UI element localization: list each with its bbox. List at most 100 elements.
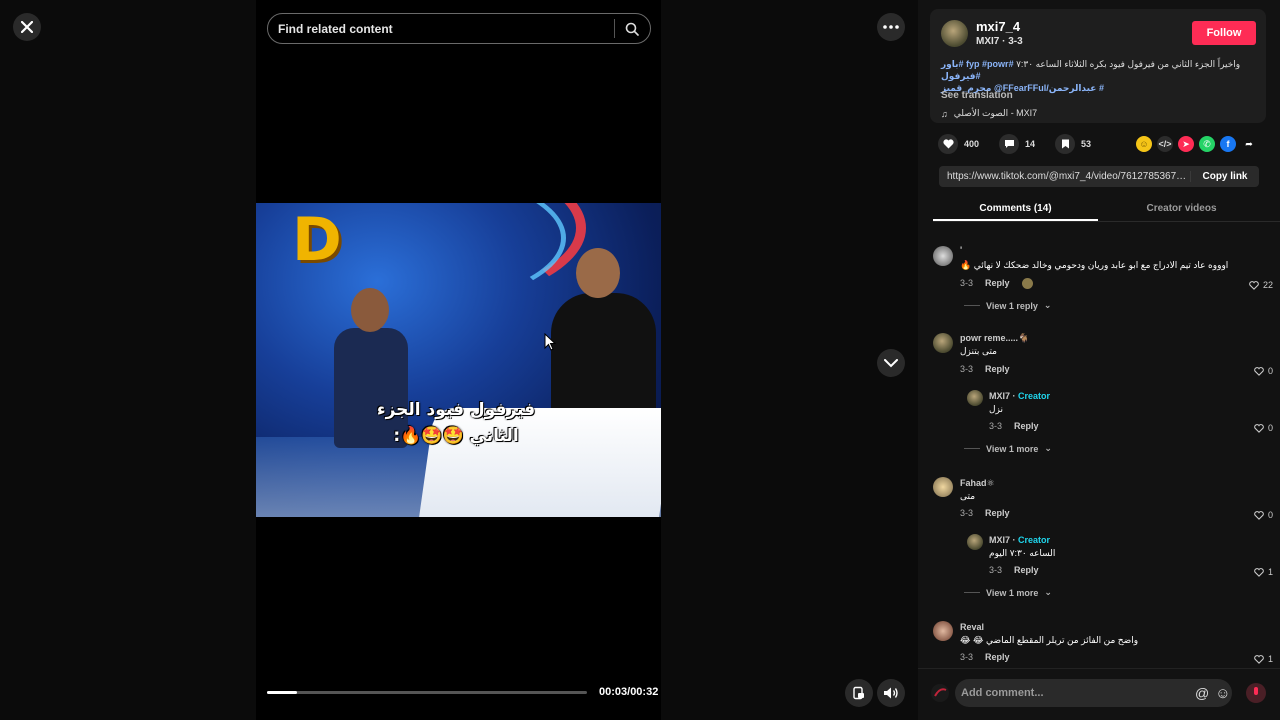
comment-date: 3-3: [960, 278, 974, 288]
caption-line-1: فيرفول فيود الجزء: [376, 400, 536, 420]
creator-name: MXI7: [989, 535, 1011, 545]
more-share-button[interactable]: ➦: [1241, 136, 1257, 152]
reply-button[interactable]: Reply: [1014, 565, 1039, 575]
share-arrow-icon: ➦: [1245, 138, 1253, 149]
embed-button[interactable]: </>: [1157, 136, 1173, 152]
next-video-button[interactable]: [877, 349, 905, 377]
commenter-name[interactable]: Reval: [960, 622, 984, 632]
view-replies-label: View 1 reply: [986, 300, 1038, 311]
panel-tabs: Comments (14) Creator videos: [933, 198, 1280, 222]
comment-input[interactable]: [961, 687, 1191, 699]
video-time: 00:03/00:32: [599, 686, 659, 698]
author-username[interactable]: mxi7_4: [976, 19, 1020, 34]
video-caption: فيرفول فيود الجزء الثاني 🤩🤩🔥:: [356, 397, 556, 449]
facebook-share-button[interactable]: f: [1220, 136, 1236, 152]
hashtags-line-1[interactable]: #fyp #powr #باور #فيرفول: [941, 59, 1014, 81]
reply-button[interactable]: Reply: [985, 364, 1010, 374]
facebook-icon: f: [1226, 139, 1230, 149]
heart-outline-icon: [1254, 654, 1264, 664]
copy-link-button[interactable]: Copy link: [1191, 171, 1259, 182]
reply-button[interactable]: Reply: [985, 508, 1010, 518]
commenter-avatar[interactable]: [933, 333, 953, 353]
comment-like-button[interactable]: 22: [1249, 280, 1273, 290]
reply-button[interactable]: Reply: [985, 278, 1010, 289]
search-input[interactable]: [268, 21, 608, 36]
commenter-name[interactable]: Fahad⚛: [960, 478, 995, 489]
comment-like-button[interactable]: 0: [1254, 423, 1273, 433]
reply-button[interactable]: Reply: [985, 652, 1010, 662]
send-button[interactable]: [1246, 683, 1266, 703]
sticker-share-button[interactable]: ☺: [1136, 136, 1152, 152]
comment-like-button[interactable]: 0: [1254, 366, 1273, 376]
send-to-friends-button[interactable]: ➤: [1178, 136, 1194, 152]
engagement-stats: 400 14 53: [938, 134, 1105, 154]
volume-button[interactable]: [877, 679, 905, 707]
self-avatar: [930, 683, 950, 703]
comment-like-count: 0: [1267, 423, 1273, 433]
creator-avatar[interactable]: [967, 534, 983, 550]
close-button[interactable]: [13, 13, 41, 41]
comment-text: متى: [960, 491, 976, 501]
like-button[interactable]: [938, 134, 958, 154]
view-more-replies-button[interactable]: View 1 more ⌄: [964, 443, 1052, 454]
video-progress-bar[interactable]: [267, 691, 587, 694]
comment-like-button[interactable]: 1: [1254, 567, 1273, 577]
comment-like-count: 1: [1267, 654, 1273, 664]
creator-badge: Creator: [1018, 391, 1051, 401]
view-more-replies-button[interactable]: View 1 more ⌄: [964, 587, 1052, 598]
search-icon: [625, 22, 639, 36]
commenter-name[interactable]: ': [960, 245, 962, 255]
view-replies-button[interactable]: View 1 reply ⌄: [964, 300, 1051, 311]
follow-button[interactable]: Follow: [1192, 21, 1256, 45]
commenter-avatar[interactable]: [933, 621, 953, 641]
volume-icon: [884, 687, 898, 699]
paper-plane-icon: ➤: [1182, 138, 1190, 149]
comment-like-button[interactable]: 0: [1254, 510, 1273, 520]
whatsapp-share-button[interactable]: ✆: [1199, 136, 1215, 152]
tab-creator-videos[interactable]: Creator videos: [1099, 203, 1264, 214]
comment-meta: 3-3 Reply: [960, 364, 1010, 374]
commenter-name[interactable]: powr reme.....🐐: [960, 333, 1029, 344]
comment-button[interactable]: [999, 134, 1020, 154]
caption-line-2: الثاني 🤩🤩🔥:: [393, 426, 519, 446]
comment-like-count: 1: [1267, 567, 1273, 577]
video-progress-fill: [267, 691, 298, 694]
chevron-down-small-icon: ⌄: [1044, 443, 1052, 453]
commenter-avatar[interactable]: [933, 246, 953, 266]
author-avatar[interactable]: [941, 20, 968, 47]
more-options-button[interactable]: [877, 13, 905, 41]
save-button[interactable]: [1055, 134, 1076, 154]
mention-icon[interactable]: @: [1195, 685, 1209, 701]
ellipsis-icon: [883, 25, 899, 29]
music-title: الصوت الأصلي - MXI7: [953, 108, 1038, 118]
music-note-icon: ♫: [941, 108, 948, 119]
comment-text: واضح من الفائز من تريلر المقطع الماضي 😂 …: [960, 635, 1139, 645]
description-card: mxi7_4 MXI7 · 3-3 Follow واخيراً الجزء ا…: [930, 9, 1266, 123]
comment-like-button[interactable]: 1: [1254, 654, 1273, 664]
emoji-icon[interactable]: ☺: [1215, 685, 1230, 702]
video-url[interactable]: https://www.tiktok.com/@mxi7_4/video/761…: [939, 171, 1191, 182]
creator-badge: Creator: [1018, 535, 1051, 545]
video-viewer: D فيرفول فيود الجزء الثاني 🤩🤩🔥: 00:03/00…: [0, 0, 918, 720]
view-more-line: [964, 592, 980, 593]
avatar-icon: [931, 684, 949, 702]
comment-meta: 3-3 Reply: [960, 652, 1010, 662]
view-more-label: View 1 more: [986, 443, 1039, 454]
heart-outline-icon: [1254, 567, 1264, 577]
commenter-avatar[interactable]: [933, 477, 953, 497]
commenter-name[interactable]: MXI7 · Creator: [989, 391, 1050, 401]
music-info[interactable]: ♫ الصوت الأصلي - MXI7: [941, 108, 1037, 119]
comment-meta: 3-3 Reply: [989, 421, 1039, 431]
comment-meta: 3-3 Reply: [960, 508, 1010, 518]
comment-input-box: @ ☺: [955, 679, 1232, 707]
see-translation-link[interactable]: See translation: [941, 90, 1013, 101]
tab-comments[interactable]: Comments (14): [933, 203, 1098, 221]
reply-button[interactable]: Reply: [1014, 421, 1039, 431]
comment-date: 3-3: [960, 652, 974, 662]
commenter-name[interactable]: MXI7 · Creator: [989, 535, 1050, 545]
search-button[interactable]: [615, 22, 649, 36]
floating-player-button[interactable]: [845, 679, 873, 707]
creator-avatar[interactable]: [967, 390, 983, 406]
video-description: واخيراً الجزء الثاني من فيرفول فيود بكره…: [941, 58, 1251, 94]
comment-composer: @ ☺: [918, 668, 1280, 720]
